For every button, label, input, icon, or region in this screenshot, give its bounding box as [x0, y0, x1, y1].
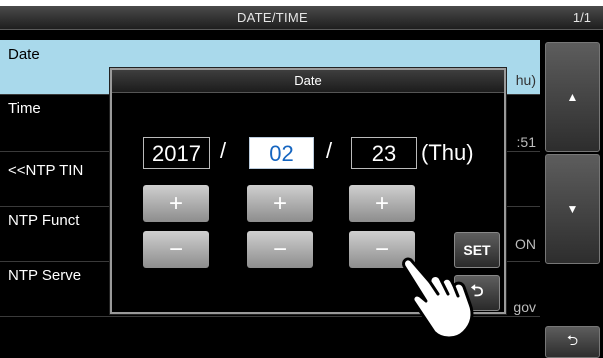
- page-indicator: 1/1: [572, 10, 591, 25]
- minus-icon: −: [272, 235, 287, 263]
- list-item-label: NTP Serve: [8, 267, 82, 284]
- plus-icon: +: [168, 189, 183, 217]
- day-increment-button[interactable]: +: [349, 185, 415, 222]
- list-item-label: Date: [8, 46, 40, 63]
- month-decrement-button[interactable]: −: [247, 231, 313, 268]
- list-item-value: :51: [516, 134, 536, 150]
- return-arrow-icon: ⮌: [566, 332, 579, 348]
- day-field[interactable]: 23: [351, 137, 417, 169]
- plus-icon: +: [272, 189, 287, 217]
- title-bar: DATE/TIME 1/1: [0, 6, 603, 30]
- back-button[interactable]: ⮌: [545, 326, 600, 358]
- month-field[interactable]: 02: [249, 137, 314, 169]
- pointing-hand-icon: [402, 257, 474, 340]
- list-item-value: hu): [515, 72, 536, 88]
- date-separator: /: [326, 138, 333, 163]
- plus-icon: +: [374, 189, 389, 217]
- list-item-value: gov: [513, 299, 536, 315]
- screen-title: DATE/TIME: [236, 10, 309, 25]
- date-dialog: Date 2017 / 02 / 23 (Thu) + + + − − − SE…: [110, 68, 506, 340]
- month-increment-button[interactable]: +: [247, 185, 313, 222]
- list-item-value: ON: [515, 236, 536, 252]
- date-separator: /: [220, 138, 227, 163]
- minus-icon: −: [168, 235, 183, 263]
- radio-screen: DATE/TIME 1/1 Date hu) Time :51 <<NTP TI…: [0, 6, 603, 358]
- list-item-label: NTP Funct: [8, 212, 80, 229]
- year-field[interactable]: 2017: [143, 137, 210, 169]
- triangle-down-icon: ▼: [566, 202, 579, 216]
- dialog-title: Date: [112, 70, 504, 93]
- weekday-label: (Thu): [421, 140, 474, 165]
- minus-icon: −: [374, 235, 389, 263]
- year-increment-button[interactable]: +: [143, 185, 209, 222]
- scroll-up-button[interactable]: ▲: [545, 42, 600, 152]
- list-item-label: <<NTP TIN: [8, 162, 84, 179]
- triangle-up-icon: ▲: [566, 90, 579, 104]
- list-item-label: Time: [8, 100, 41, 117]
- year-decrement-button[interactable]: −: [143, 231, 209, 268]
- scroll-down-button[interactable]: ▼: [545, 154, 600, 264]
